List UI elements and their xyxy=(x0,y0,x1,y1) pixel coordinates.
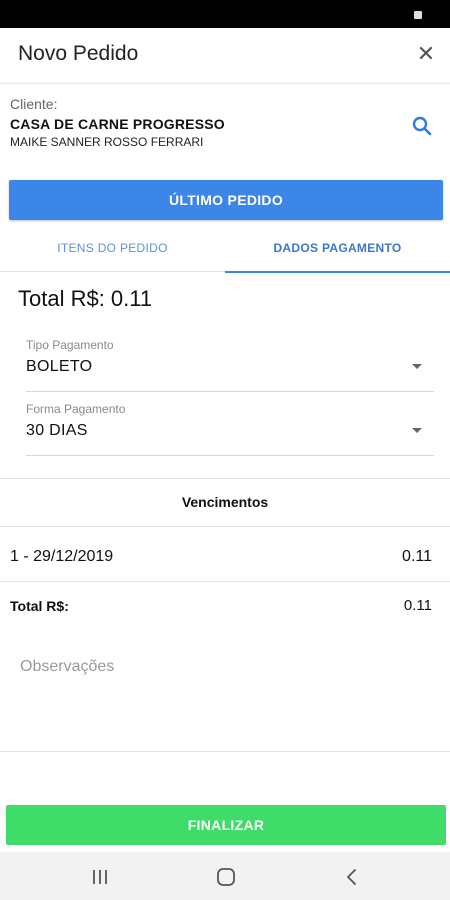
page-title: Novo Pedido xyxy=(18,42,139,65)
payment-form-label: Forma Pagamento xyxy=(26,402,126,416)
divider xyxy=(0,526,450,527)
status-bar xyxy=(0,0,450,28)
tab-bar: ITENS DO PEDIDO DADOS PAGAMENTO xyxy=(0,226,450,273)
battery-icon xyxy=(414,11,422,19)
back-icon[interactable] xyxy=(340,866,364,888)
order-total: Total R$: 0.11 xyxy=(18,286,153,311)
app-bar: Novo Pedido ✕ xyxy=(0,28,450,84)
client-label: Cliente: xyxy=(10,96,58,112)
divider xyxy=(0,478,450,479)
tab-indicator xyxy=(225,271,450,273)
payment-type-label: Tipo Pagamento xyxy=(26,338,114,352)
close-icon[interactable]: ✕ xyxy=(414,42,438,66)
finalize-button[interactable]: FINALIZAR xyxy=(6,805,446,845)
total-label: Total R$: xyxy=(10,598,69,614)
installment-label: 1 - 29/12/2019 xyxy=(10,548,114,565)
client-section: Cliente: CASA DE CARNE PROGRESSO MAIKE S… xyxy=(0,84,450,178)
client-name: CASA DE CARNE PROGRESSO xyxy=(10,116,225,132)
tab-order-items[interactable]: ITENS DO PEDIDO xyxy=(0,226,225,272)
system-nav-bar xyxy=(0,852,450,900)
payment-form-value: 30 DIAS xyxy=(26,422,88,439)
dropdown-arrow-icon xyxy=(412,428,422,433)
payment-type-value: BOLETO xyxy=(26,358,93,375)
observations-input[interactable]: Observações xyxy=(20,658,114,676)
installment-row: 1 - 29/12/2019 0.11 xyxy=(0,542,450,572)
divider xyxy=(0,581,450,582)
tab-payment-data[interactable]: DADOS PAGAMENTO xyxy=(225,226,450,273)
tab-payment-data-label: DADOS PAGAMENTO xyxy=(273,241,402,255)
divider xyxy=(0,751,450,752)
payment-form-select[interactable]: Forma Pagamento 30 DIAS xyxy=(26,398,434,456)
search-icon[interactable] xyxy=(410,114,434,138)
total-value: 0.11 xyxy=(403,597,432,614)
total-row: Total R$: 0.11 xyxy=(0,591,450,621)
due-dates-title: Vencimentos xyxy=(181,494,269,510)
client-contact: MAIKE SANNER ROSSO FERRARI xyxy=(10,135,204,149)
recent-apps-icon[interactable] xyxy=(88,866,112,888)
dropdown-arrow-icon xyxy=(412,364,422,369)
installment-value: 0.11 xyxy=(402,548,432,565)
home-icon[interactable] xyxy=(214,866,238,888)
payment-type-select[interactable]: Tipo Pagamento BOLETO xyxy=(26,334,434,392)
last-order-button[interactable]: ÚLTIMO PEDIDO xyxy=(9,180,443,220)
